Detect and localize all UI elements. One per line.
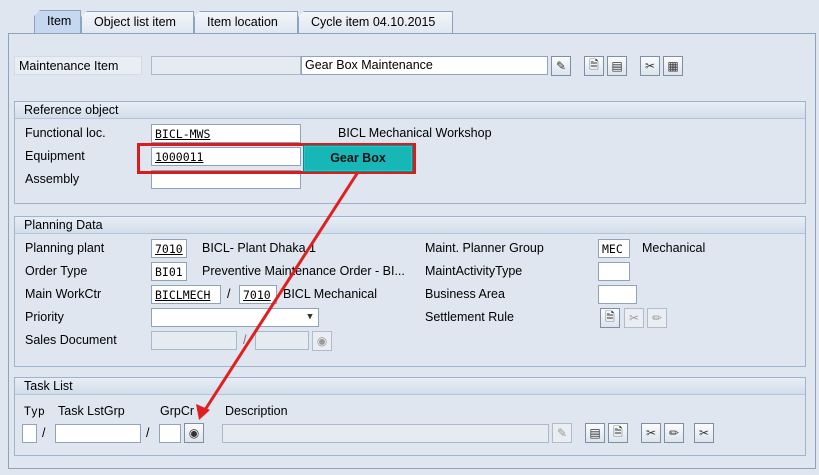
maintenance-item-text-field[interactable]: Gear Box Maintenance bbox=[301, 56, 548, 75]
planner-group-description: Mechanical bbox=[642, 241, 706, 255]
main-workctr-plant-input[interactable]: 7010 bbox=[239, 285, 277, 304]
sales-document-search-button[interactable]: ◉ bbox=[312, 331, 332, 351]
scissors-icon: ✂ bbox=[628, 311, 640, 325]
binoculars-icon: ◉ bbox=[316, 334, 328, 348]
order-type-label: Order Type bbox=[25, 264, 88, 278]
task-list-group: Task List bbox=[14, 377, 806, 456]
tab-object-list-item[interactable]: Object list item bbox=[81, 11, 194, 33]
maintenance-item-label: Maintenance Item bbox=[14, 56, 142, 75]
typ-input[interactable] bbox=[22, 424, 37, 443]
settlement-rule-cut-button[interactable]: ✂ bbox=[624, 308, 644, 328]
tab-item-location[interactable]: Item location bbox=[194, 11, 298, 33]
document-icon: 🗎 bbox=[613, 424, 623, 439]
create-document-button[interactable]: 🗎 bbox=[584, 56, 604, 76]
display-icon: ▤ bbox=[611, 59, 623, 73]
task-list-cut-button[interactable]: ✂ bbox=[641, 423, 661, 443]
reference-object-title: Reference object bbox=[15, 102, 805, 119]
description-label: Description bbox=[225, 404, 288, 418]
grpcr-label: GrpCr bbox=[160, 404, 195, 418]
planner-group-input[interactable]: MEC bbox=[598, 239, 630, 258]
tab-item[interactable]: Item bbox=[34, 10, 81, 34]
task-list-description-field[interactable] bbox=[222, 424, 549, 443]
stamp-icon: ▦ bbox=[667, 59, 679, 73]
scissors-icon: ✂ bbox=[645, 426, 657, 440]
display-icon: ▤ bbox=[589, 426, 601, 440]
priority-select[interactable]: ▼ bbox=[151, 308, 319, 327]
task-list-create-button[interactable]: 🗎 bbox=[608, 423, 628, 443]
binoculars-icon: ◉ bbox=[188, 426, 200, 440]
settlement-rule-create-button[interactable]: 🗎 bbox=[600, 308, 620, 328]
main-workctr-description: BICL Mechanical bbox=[283, 287, 378, 301]
planning-plant-label: Planning plant bbox=[25, 241, 105, 255]
priority-label: Priority bbox=[25, 310, 64, 324]
business-area-label: Business Area bbox=[425, 287, 505, 301]
task-list-display-button[interactable]: ▤ bbox=[585, 423, 605, 443]
typ-label: Typ bbox=[24, 404, 45, 418]
functional-loc-label: Functional loc. bbox=[25, 126, 106, 140]
activity-type-label: MaintActivityType bbox=[425, 264, 523, 278]
scissors-icon: ✂ bbox=[698, 426, 710, 440]
maintenance-item-number-field[interactable] bbox=[151, 56, 301, 75]
sales-document-input[interactable] bbox=[151, 331, 237, 350]
activity-type-input[interactable] bbox=[598, 262, 630, 281]
task-list-edit-button[interactable]: ✏ bbox=[664, 423, 684, 443]
tab-item-location-label: Item location bbox=[207, 15, 278, 29]
task-list-search-button[interactable]: ◉ bbox=[184, 423, 204, 443]
main-workctr-input[interactable]: BICLMECH bbox=[151, 285, 221, 304]
grpcr-input[interactable] bbox=[159, 424, 181, 443]
planner-group-label: Maint. Planner Group bbox=[425, 241, 544, 255]
main-workctr-separator: / bbox=[227, 287, 231, 301]
stamp-button[interactable]: ▦ bbox=[663, 56, 683, 76]
sales-document-separator: / bbox=[243, 333, 247, 347]
chevron-down-icon[interactable]: ▼ bbox=[302, 309, 318, 326]
functional-loc-description: BICL Mechanical Workshop bbox=[338, 126, 492, 140]
business-area-input[interactable] bbox=[598, 285, 637, 304]
order-type-description: Preventive Maintenance Order - BI... bbox=[202, 264, 405, 278]
settlement-rule-edit-button[interactable]: ✏ bbox=[647, 308, 667, 328]
equipment-label: Equipment bbox=[25, 149, 85, 163]
edit-long-text-button[interactable]: ✎ bbox=[551, 56, 571, 76]
task-list-delete-button[interactable]: ✂ bbox=[694, 423, 714, 443]
planning-plant-description: BICL- Plant Dhaka 1 bbox=[202, 241, 316, 255]
main-workctr-label: Main WorkCtr bbox=[25, 287, 102, 301]
task-list-title: Task List bbox=[15, 378, 805, 395]
planning-plant-input[interactable]: 7010 bbox=[151, 239, 187, 258]
gear-box-callout: Gear Box bbox=[303, 145, 413, 172]
edit-long-text-icon: ✎ bbox=[555, 59, 567, 73]
display-document-button[interactable]: ▤ bbox=[607, 56, 627, 76]
order-type-input[interactable]: BI01 bbox=[151, 262, 187, 281]
document-icon: 🗎 bbox=[605, 309, 615, 324]
task-list-separator-1: / bbox=[42, 426, 46, 440]
settlement-rule-label: Settlement Rule bbox=[425, 310, 514, 324]
functional-loc-input[interactable]: BICL-MWS bbox=[151, 124, 301, 143]
sales-document-label: Sales Document bbox=[25, 333, 117, 347]
tab-cycle-item-label: Cycle item 04.10.2015 bbox=[311, 15, 436, 29]
pencil-icon: ✏ bbox=[651, 311, 663, 325]
document-icon: 🗎 bbox=[589, 57, 599, 72]
planning-data-title: Planning Data bbox=[15, 217, 805, 234]
tab-object-list-item-label: Object list item bbox=[94, 15, 176, 29]
cut-button[interactable]: ✂ bbox=[640, 56, 660, 76]
pencil-icon: ✏ bbox=[668, 426, 680, 440]
tab-item-label: Item bbox=[47, 14, 72, 28]
edit-long-text-icon: ✎ bbox=[556, 426, 568, 440]
task-list-separator-2: / bbox=[146, 426, 150, 440]
task-list-long-text-button[interactable]: ✎ bbox=[552, 423, 572, 443]
sales-document-item-input[interactable] bbox=[255, 331, 309, 350]
task-lstgrp-label: Task LstGrp bbox=[58, 404, 125, 418]
tab-cycle-item[interactable]: Cycle item 04.10.2015 bbox=[298, 11, 453, 33]
assembly-label: Assembly bbox=[25, 172, 80, 186]
task-lstgrp-input[interactable] bbox=[55, 424, 141, 443]
scissors-icon: ✂ bbox=[644, 59, 656, 73]
